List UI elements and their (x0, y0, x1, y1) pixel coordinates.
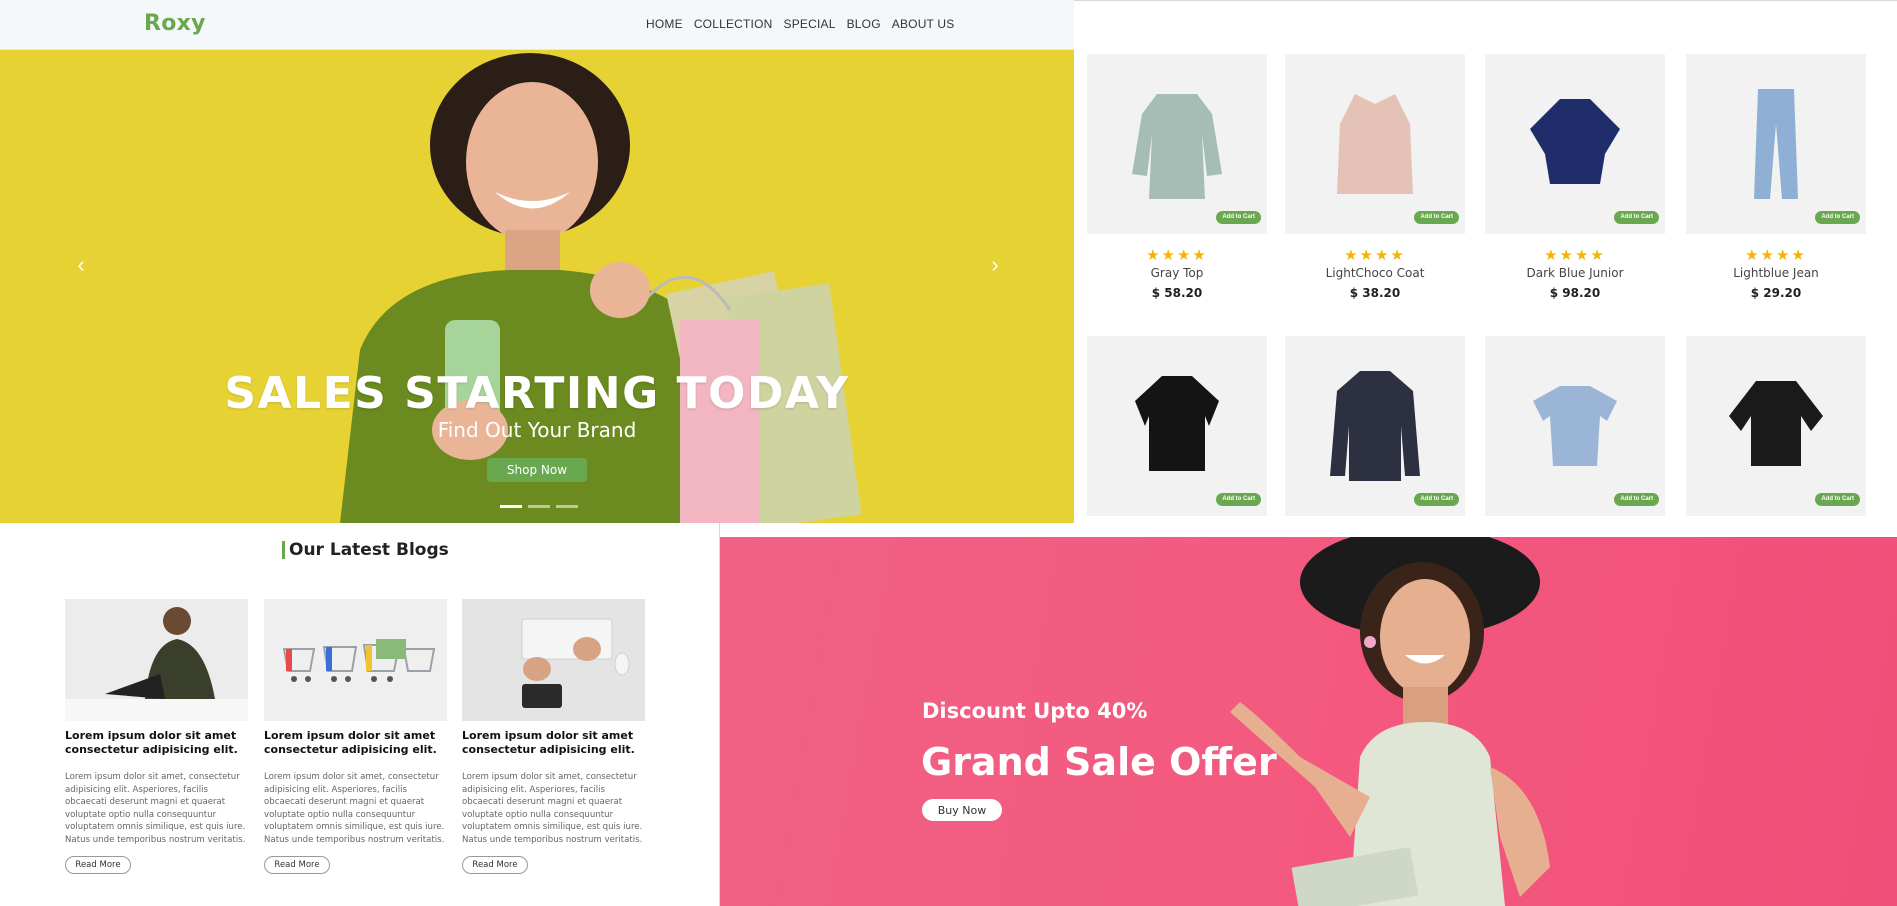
grand-sale-banner: Discount Upto 40% Grand Sale Offer Buy N… (720, 537, 1897, 906)
nav-home[interactable]: HOME (646, 17, 683, 31)
add-to-cart-button[interactable]: Add to Cart (1614, 493, 1659, 506)
product-image[interactable]: Add to Cart (1485, 336, 1665, 516)
blog-card: Lorem ipsum dolor sit amet consectetur a… (264, 599, 447, 874)
site-header: Roxy HOME COLLECTION SPECIAL BLOG ABOUT … (0, 0, 1074, 50)
slide-indicator-3[interactable] (556, 505, 578, 508)
blouse-icon (1132, 94, 1222, 199)
main-nav: HOME COLLECTION SPECIAL BLOG ABOUT US (646, 17, 954, 31)
product-image[interactable]: Add to Cart (1285, 54, 1465, 234)
add-to-cart-button[interactable]: Add to Cart (1614, 211, 1659, 224)
shopping-carts-image[interactable] (264, 599, 447, 721)
product-image[interactable]: Add to Cart (1686, 336, 1866, 516)
product-card[interactable]: Add to Cart ★★★★ Lightblue Jean $ 29.20 (1686, 54, 1866, 300)
nav-blog[interactable]: BLOG (847, 17, 881, 31)
chevron-right-icon: › (991, 252, 999, 277)
hero-title: SALES STARTING TODAY (224, 368, 850, 419)
add-to-cart-button[interactable]: Add to Cart (1216, 493, 1261, 506)
product-card[interactable]: Add to Cart (1686, 336, 1866, 516)
sale-title: Grand Sale Offer (921, 740, 1277, 784)
add-to-cart-button[interactable]: Add to Cart (1414, 493, 1459, 506)
slider-indicators (500, 505, 578, 508)
add-to-cart-button[interactable]: Add to Cart (1815, 493, 1860, 506)
product-image[interactable]: Add to Cart (1686, 54, 1866, 234)
black-shirt-icon (1135, 376, 1219, 471)
product-price: $ 98.20 (1549, 286, 1601, 300)
blog-excerpt: Lorem ipsum dolor sit amet, consectetur … (462, 772, 643, 845)
product-card[interactable]: Add to Cart ★★★★ Dark Blue Junior $ 98.2… (1485, 54, 1665, 300)
add-to-cart-button[interactable]: Add to Cart (1815, 211, 1860, 224)
crop-top-icon (1533, 386, 1617, 466)
product-price: $ 58.20 (1151, 286, 1203, 300)
blog-title[interactable]: Lorem ipsum dolor sit amet consectetur a… (264, 729, 447, 757)
blogs-heading: Our Latest Blogs (282, 541, 449, 559)
slide-indicator-1[interactable] (500, 505, 522, 508)
product-price: $ 29.20 (1750, 286, 1802, 300)
site-logo[interactable]: Roxy (144, 11, 206, 36)
sale-discount-text: Discount Upto 40% (922, 699, 1148, 723)
product-card[interactable]: Add to Cart (1087, 336, 1267, 516)
product-card[interactable]: Add to Cart ★★★★ Gray Top $ 58.20 (1087, 54, 1267, 300)
keyboard-wallet-image[interactable] (462, 599, 645, 721)
rating-stars: ★★★★ (1745, 247, 1807, 264)
blog-excerpt: Lorem ipsum dolor sit amet, consectetur … (65, 772, 246, 845)
rating-stars: ★★★★ (1344, 247, 1406, 264)
hero-prev-button[interactable]: ‹ (66, 250, 96, 280)
blog-excerpt: Lorem ipsum dolor sit amet, consectetur … (264, 772, 445, 845)
product-name[interactable]: Lightblue Jean (1686, 266, 1866, 280)
blog-card: Lorem ipsum dolor sit amet consectetur a… (65, 599, 248, 874)
blog-title[interactable]: Lorem ipsum dolor sit amet consectetur a… (65, 729, 248, 757)
jeans-icon (1754, 89, 1798, 199)
product-image[interactable]: Add to Cart (1087, 336, 1267, 516)
read-more-button[interactable]: Read More (462, 856, 528, 874)
product-name[interactable]: Gray Top (1087, 266, 1267, 280)
latest-blogs: Our Latest Blogs Lorem ipsum dolor sit a… (0, 523, 720, 906)
buy-now-button[interactable]: Buy Now (922, 799, 1002, 821)
nav-collection[interactable]: COLLECTION (694, 17, 773, 31)
nav-about-us[interactable]: ABOUT US (892, 17, 955, 31)
product-card[interactable]: Add to Cart (1485, 336, 1665, 516)
black-blouse-icon (1729, 381, 1823, 466)
add-to-cart-button[interactable]: Add to Cart (1216, 211, 1261, 224)
product-price: $ 38.20 (1349, 286, 1401, 300)
rating-stars: ★★★★ (1146, 247, 1208, 264)
read-more-button[interactable]: Read More (264, 856, 330, 874)
shop-now-button[interactable]: Shop Now (487, 458, 587, 482)
hero-slider: ‹ › SALES STARTING TODAY Find Out Your B… (0, 50, 1074, 523)
vest-icon (1337, 94, 1413, 194)
chevron-left-icon: ‹ (77, 252, 85, 277)
product-card[interactable]: Add to Cart (1285, 336, 1465, 516)
product-grid: Add to Cart ★★★★ Gray Top $ 58.20 Add to… (1074, 0, 1897, 523)
product-image[interactable]: Add to Cart (1087, 54, 1267, 234)
man-laptop-image[interactable] (65, 599, 248, 721)
hero-subtitle: Find Out Your Brand (437, 418, 637, 442)
ruffle-top-icon (1530, 99, 1620, 184)
sale-woman-image (1230, 537, 1550, 906)
nav-special[interactable]: SPECIAL (784, 17, 836, 31)
jacket-icon (1330, 371, 1420, 481)
read-more-button[interactable]: Read More (65, 856, 131, 874)
product-name[interactable]: Dark Blue Junior (1485, 266, 1665, 280)
hero-woman-shopping-image (340, 53, 862, 523)
product-card[interactable]: Add to Cart ★★★★ LightChoco Coat $ 38.20 (1285, 54, 1465, 300)
product-image[interactable]: Add to Cart (1285, 336, 1465, 516)
blog-title[interactable]: Lorem ipsum dolor sit amet consectetur a… (462, 729, 645, 757)
add-to-cart-button[interactable]: Add to Cart (1414, 211, 1459, 224)
rating-stars: ★★★★ (1544, 247, 1606, 264)
product-image[interactable]: Add to Cart (1485, 54, 1665, 234)
blog-card: Lorem ipsum dolor sit amet consectetur a… (462, 599, 645, 874)
hero-next-button[interactable]: › (980, 250, 1010, 280)
slide-indicator-2[interactable] (528, 505, 550, 508)
product-name[interactable]: LightChoco Coat (1285, 266, 1465, 280)
